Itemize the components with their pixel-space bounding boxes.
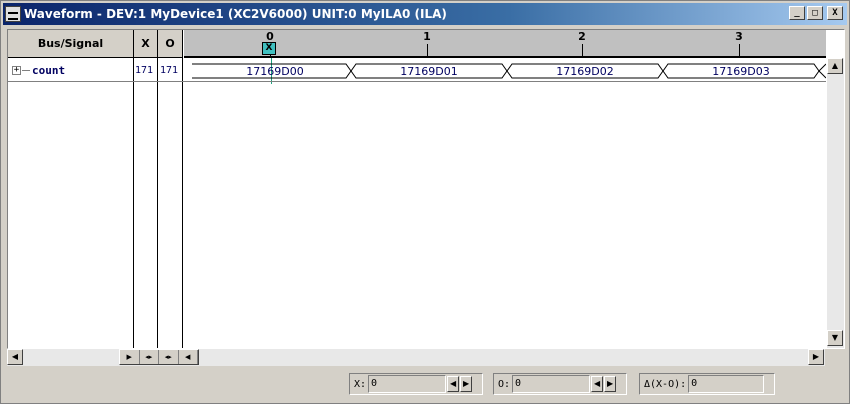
waveform-window: Waveform - DEV:1 MyDevice1 (XC2V6000) UN… [0,0,850,404]
signal-x-value: 171 [135,65,154,76]
waveform-app-icon[interactable] [5,6,21,22]
x-cursor-label: X: [354,378,367,390]
scrollbar-thumb[interactable]: ▶ ◂▸ ◂▸ ◀ [119,349,199,365]
x-cursor-field: X: 0 ◀ ▶ [349,373,483,395]
window-controls: _ □ X [789,6,843,20]
delta-field: Δ(X-O): 0 [639,373,775,395]
bus-value: 17169D00 [246,65,304,78]
column-divider[interactable] [157,58,158,348]
delta-value: 0 [688,375,765,393]
title-bar[interactable]: Waveform - DEV:1 MyDevice1 (XC2V6000) UN… [3,3,847,25]
minimize-button[interactable]: _ [789,6,805,20]
column-header-x[interactable]: X [134,30,158,58]
expand-icon[interactable]: + [12,66,21,75]
x-cursor-input[interactable]: 0 [368,375,447,393]
x-cursor-marker[interactable]: X [262,42,276,55]
tick-label: 3 [735,30,743,43]
timeline-ruler[interactable]: 0 1 2 3 X [184,30,826,58]
tick-mark [582,44,583,56]
thumb-grip: ◂▸ [140,350,159,364]
window-title: Waveform - DEV:1 MyDevice1 (XC2V6000) UN… [24,7,447,21]
close-button[interactable]: X [827,6,843,20]
tick-mark [739,44,740,56]
thumb-grip: ◀ [179,350,198,364]
tick-mark [427,44,428,56]
tick-label: 2 [578,30,586,43]
o-cursor-field: O: 0 ◀ ▶ [493,373,627,395]
vertical-scrollbar[interactable]: ▲ ▼ [827,58,844,348]
thumb-grip: ◂▸ [159,350,179,364]
o-cursor-input[interactable]: 0 [512,375,591,393]
x-increment-button[interactable]: ▶ [460,376,473,392]
signal-o-value: 171 [160,65,179,76]
bus-value: 17169D02 [556,65,614,78]
scroll-down-button[interactable]: ▼ [827,330,843,346]
tick-label: 1 [423,30,431,43]
scroll-right-button[interactable]: ▶ [808,349,824,365]
delta-label: Δ(X-O): [644,378,687,390]
tree-connector [22,70,30,71]
horizontal-scrollbar[interactable]: ◀ ▶ ◂▸ ◂▸ ◀ ▶ [7,349,825,366]
x-decrement-button[interactable]: ◀ [447,376,460,392]
column-header-bus-signal[interactable]: Bus/Signal [8,30,134,58]
waveform-pane: Bus/Signal X O 0 1 2 3 X + count 171 171 [7,29,845,349]
thumb-grip: ▶ [120,350,140,364]
o-increment-button[interactable]: ▶ [604,376,617,392]
signal-row-count[interactable]: + count [12,64,65,77]
o-decrement-button[interactable]: ◀ [591,376,604,392]
maximize-button[interactable]: □ [807,6,823,20]
column-header-o[interactable]: O [158,30,183,58]
row-separator [8,81,826,82]
bus-value: 17169D03 [712,65,770,78]
column-divider[interactable] [182,58,183,348]
signal-name[interactable]: count [32,64,65,77]
o-cursor-label: O: [498,378,511,390]
scroll-up-button[interactable]: ▲ [827,58,843,74]
column-divider[interactable] [133,58,134,348]
status-bar: X: 0 ◀ ▶ O: 0 ◀ ▶ Δ(X-O): 0 [7,371,845,399]
scroll-left-button[interactable]: ◀ [7,349,23,365]
bus-value: 17169D01 [400,65,458,78]
